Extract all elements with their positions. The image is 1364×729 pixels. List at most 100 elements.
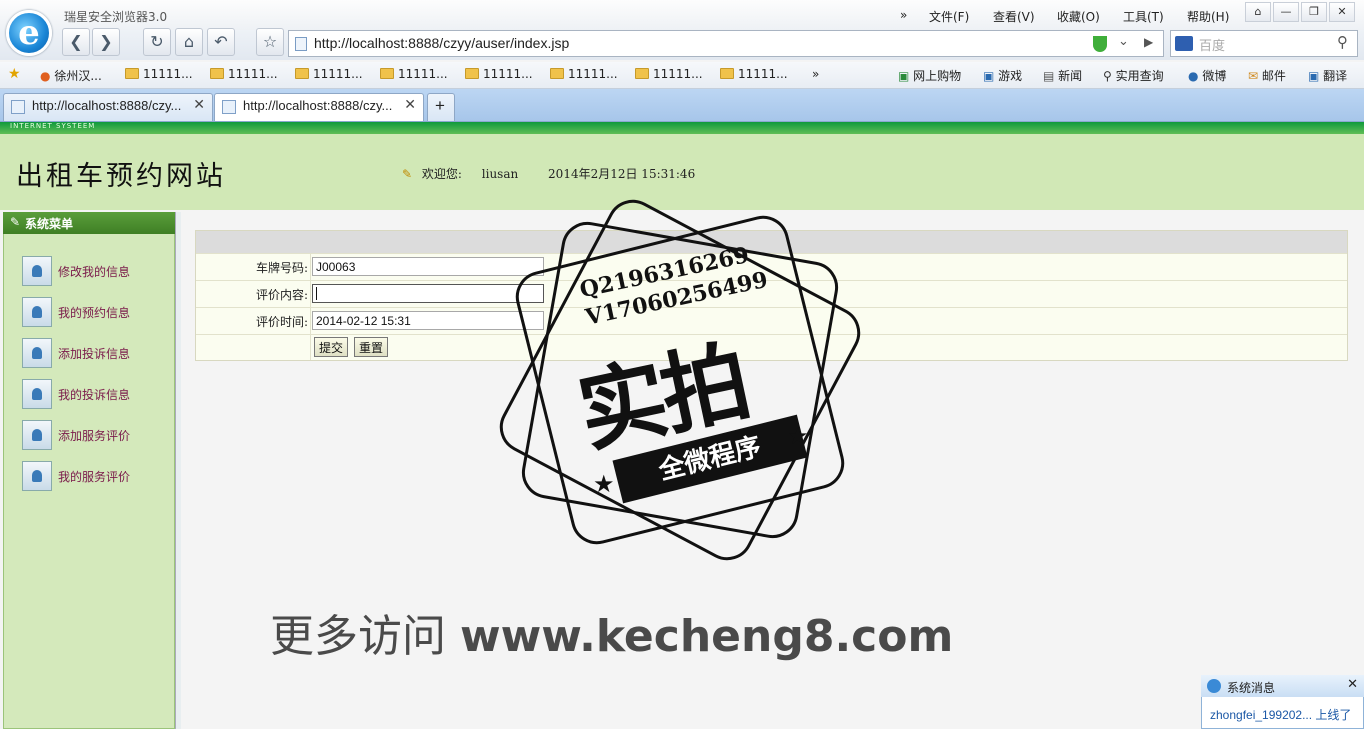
text-caret	[316, 287, 317, 300]
folder-icon	[550, 68, 564, 79]
menu-tools[interactable]: 工具(T)	[1123, 8, 1164, 25]
sidebar-item-add-review[interactable]: 添加服务评价	[22, 420, 130, 450]
undo-icon[interactable]: ↶	[207, 28, 235, 56]
notification-icon	[1207, 679, 1221, 693]
current-datetime: 2014年2月12日 15:31:46	[548, 167, 696, 181]
home-icon[interactable]: ⌂	[175, 28, 203, 56]
mail-icon: ✉	[1248, 69, 1259, 83]
menu-favorites[interactable]: 收藏(O)	[1057, 8, 1100, 25]
quicklink-query[interactable]: ⚲ 实用查询	[1103, 67, 1164, 84]
favorite-item[interactable]: 11111...	[465, 67, 533, 81]
security-shield-icon[interactable]	[1093, 36, 1107, 52]
notification-message[interactable]: zhongfei_199202... 上线了	[1210, 706, 1351, 723]
favorite-item[interactable]: 11111...	[125, 67, 193, 81]
folder-icon	[720, 68, 734, 79]
quicklink-games[interactable]: ▣ 游戏	[983, 67, 1022, 84]
page-icon	[222, 100, 236, 114]
quicklink-weibo[interactable]: ● 微博	[1188, 67, 1226, 84]
column-divider	[310, 253, 311, 360]
favorite-item[interactable]: 11111...	[550, 67, 618, 81]
favorite-item[interactable]: 11111...	[380, 67, 448, 81]
folder-icon	[295, 68, 309, 79]
fox-icon: ●	[40, 69, 51, 83]
menu-file[interactable]: 文件(F)	[929, 8, 969, 25]
favorite-item[interactable]: 11111...	[210, 67, 278, 81]
folder-icon	[465, 68, 479, 79]
folder-icon	[125, 68, 139, 79]
profile-card-icon	[22, 256, 52, 286]
tab-close-icon[interactable]: ✕	[404, 96, 416, 113]
menu-overflow[interactable]: »	[900, 8, 907, 22]
star-icon: ★	[787, 422, 809, 450]
app-title: 瑞星安全浏览器3.0	[64, 10, 168, 24]
favorites-star-icon[interactable]: ★	[8, 66, 21, 82]
go-icon[interactable]: ▶	[1144, 35, 1153, 49]
profile-card-icon	[22, 297, 52, 327]
tab-close-icon[interactable]: ✕	[193, 96, 205, 113]
username: liusan	[481, 167, 519, 181]
site-title: 出租车预约网站	[16, 161, 226, 192]
menu-edit-icon: ✎	[10, 215, 21, 229]
forward-icon[interactable]: ❯	[92, 28, 120, 56]
close-notification-icon[interactable]: ✕	[1347, 677, 1358, 692]
magnifier-icon: ⚲	[1103, 69, 1112, 83]
sidebar-item-my-complaints[interactable]: 我的投诉信息	[22, 379, 130, 409]
profile-card-icon	[22, 461, 52, 491]
welcome-info: ✎ 欢迎您: liusan 2014年2月12日 15:31:46	[402, 165, 701, 182]
favorite-item[interactable]: 11111...	[720, 67, 788, 81]
sidebar-item-my-reviews[interactable]: 我的服务评价	[22, 461, 130, 491]
time-label: 评价时间:	[255, 315, 308, 329]
profile-card-icon	[22, 379, 52, 409]
folder-icon	[635, 68, 649, 79]
sidebar-item-add-complaint[interactable]: 添加投诉信息	[22, 338, 130, 368]
close-window-icon[interactable]: ✕	[1329, 2, 1355, 22]
page-icon	[295, 37, 307, 51]
menu-help[interactable]: 帮助(H)	[1187, 8, 1229, 25]
sidebar-item-edit-profile[interactable]: 修改我的信息	[22, 256, 130, 286]
refresh-icon[interactable]: ↻	[143, 28, 171, 56]
favorite-item[interactable]: ● 徐州汉...	[40, 67, 102, 84]
favorite-item[interactable]: 11111...	[295, 67, 363, 81]
profile-card-icon	[22, 338, 52, 368]
new-tab-button[interactable]: +	[427, 93, 455, 121]
submit-button[interactable]: 提交	[314, 337, 349, 357]
content-label: 评价内容:	[255, 288, 308, 302]
profile-card-icon	[22, 420, 52, 450]
welcome-label: 欢迎您:	[421, 167, 462, 181]
address-text[interactable]: http://localhost:8888/czyy/auser/index.j…	[314, 35, 569, 51]
translate-icon: ▣	[1308, 69, 1320, 83]
star-icon: ★	[593, 470, 615, 498]
address-dropdown-icon[interactable]: ⌄	[1118, 34, 1129, 49]
sidebar-header: ✎ 系统菜单	[3, 212, 175, 234]
quicklink-mail[interactable]: ✉ 邮件	[1248, 67, 1286, 84]
notification-header: 系统消息 ✕	[1201, 675, 1364, 697]
quicklink-shopping[interactable]: ▣ 网上购物	[898, 67, 961, 84]
quicklink-news[interactable]: ▤ 新闻	[1043, 67, 1082, 84]
tab-2[interactable]: http://localhost:8888/czy... ✕	[214, 93, 424, 121]
restore-icon[interactable]: ❐	[1301, 2, 1327, 22]
gamepad-icon: ▣	[983, 69, 995, 83]
reset-button[interactable]: 重置	[354, 337, 389, 357]
news-icon: ▤	[1043, 69, 1055, 83]
back-icon[interactable]: ❮	[62, 28, 90, 56]
quicklink-translate[interactable]: ▣ 翻译	[1308, 67, 1347, 84]
minimize-icon[interactable]: —	[1273, 2, 1299, 22]
sidebar-item-my-bookings[interactable]: 我的预约信息	[22, 297, 130, 327]
baidu-icon[interactable]	[1175, 36, 1193, 51]
tab-1[interactable]: http://localhost:8888/czy... ✕	[3, 93, 213, 121]
browser-logo-icon: e	[6, 10, 52, 56]
search-icon[interactable]: ⚲	[1337, 33, 1348, 51]
folder-icon	[380, 68, 394, 79]
search-placeholder: 百度	[1199, 39, 1226, 54]
bookmark-star-icon[interactable]: ☆	[256, 28, 284, 56]
favorite-item[interactable]: 11111...	[635, 67, 703, 81]
skin-icon[interactable]: ⌂	[1245, 2, 1271, 22]
chat-bubble-icon: ●	[1188, 69, 1199, 83]
page-icon	[11, 100, 25, 114]
menu-view[interactable]: 查看(V)	[993, 8, 1035, 25]
user-icon: ✎	[402, 167, 413, 181]
header-strip-text: INTERNET SYSTEEM	[10, 122, 96, 130]
favorites-overflow[interactable]: »	[812, 67, 819, 81]
folder-icon	[210, 68, 224, 79]
watermark-site: 更多访问 www.kecheng8.com	[270, 611, 954, 662]
